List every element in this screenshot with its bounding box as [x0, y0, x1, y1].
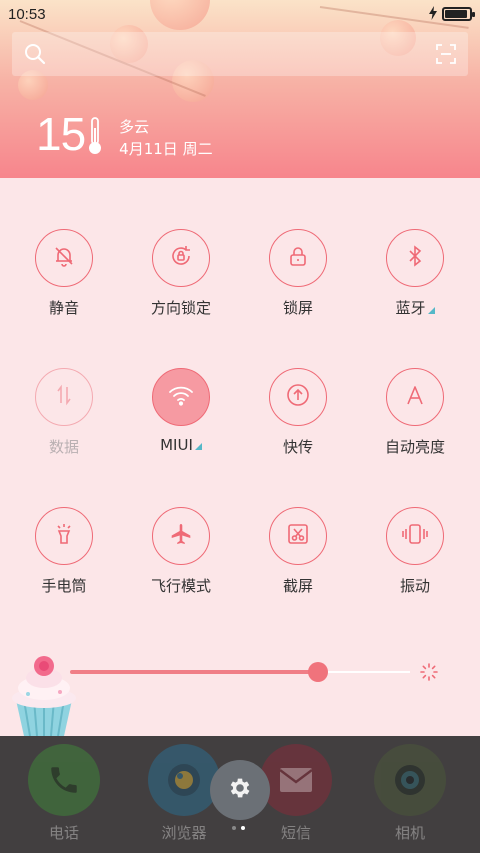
toggle-label: 手电筒 — [41, 577, 87, 595]
toggle-label: 蓝牙 — [395, 297, 435, 318]
dock-app-label: 短信 — [280, 824, 311, 842]
mobile-data-icon — [52, 383, 76, 411]
toggle-circle[interactable] — [152, 507, 210, 565]
toggle-label: 数据 — [48, 438, 79, 456]
toggle-bluetooth[interactable]: 蓝牙 — [355, 229, 475, 318]
gear-icon — [227, 775, 253, 805]
toggle-label: 快传 — [282, 438, 313, 456]
screenshot-icon — [286, 522, 310, 550]
bluetooth-icon — [403, 244, 427, 272]
cupcake-decoration — [10, 654, 78, 737]
toggle-circle[interactable] — [152, 368, 210, 426]
airplane-icon — [169, 522, 193, 550]
auto-brightness-toggle-icon[interactable] — [419, 662, 439, 686]
dock-app-camera[interactable]: 相机 — [350, 744, 470, 843]
lock-icon — [286, 244, 310, 272]
toggle-label: 截屏 — [282, 577, 313, 595]
toggle-circle[interactable] — [35, 507, 93, 565]
toggle-label: 方向锁定 — [150, 299, 211, 317]
camera-icon[interactable] — [374, 744, 446, 816]
weather-condition: 多云 — [119, 118, 150, 136]
search-bar[interactable] — [12, 32, 468, 76]
toggle-wifi[interactable]: MIUI — [121, 368, 241, 454]
toggle-label: 锁屏 — [282, 299, 313, 317]
toggle-rotation-lock[interactable]: 方向锁定 — [121, 229, 241, 318]
toggle-vibrate[interactable]: 振动 — [355, 507, 475, 596]
toggle-circle[interactable] — [269, 368, 327, 426]
dock-app-phone[interactable]: 电话 — [4, 744, 124, 843]
status-bar: 10:53 — [0, 0, 480, 28]
dock-app-label: 电话 — [48, 824, 79, 842]
toggle-circle[interactable] — [152, 229, 210, 287]
vibrate-icon — [402, 522, 428, 550]
thermometer-icon — [87, 116, 103, 160]
brightness-slider[interactable] — [70, 661, 410, 683]
scan-icon[interactable] — [436, 44, 456, 68]
more-indicator-icon — [427, 307, 435, 314]
temperature: 15 — [36, 108, 86, 160]
toggle-circle[interactable] — [269, 229, 327, 287]
toggle-airplane-mode[interactable]: 飞行模式 — [121, 507, 241, 596]
browser-icon[interactable] — [148, 744, 220, 816]
toggle-flashlight[interactable]: 手电筒 — [4, 507, 124, 596]
transfer-icon — [285, 382, 311, 412]
page-indicator — [232, 826, 245, 830]
phone-icon[interactable] — [28, 744, 100, 816]
toggle-label: 静音 — [48, 299, 79, 317]
settings-button[interactable] — [210, 760, 270, 820]
weather-date: 4月11日 周二 — [119, 140, 213, 158]
battery-icon — [442, 7, 475, 21]
toggle-label: 飞行模式 — [150, 577, 211, 595]
toggle-label: 自动亮度 — [384, 438, 445, 456]
toggle-label: 振动 — [399, 577, 430, 595]
toggle-auto-brightness[interactable]: 自动亮度 — [355, 368, 475, 457]
status-icons — [428, 5, 475, 24]
toggle-silent[interactable]: 静音 — [4, 229, 124, 318]
bell-slash-icon — [52, 244, 76, 272]
wifi-icon — [168, 383, 194, 411]
dock-app-label: 相机 — [394, 824, 425, 842]
rotation-lock-icon — [169, 244, 193, 272]
toggle-quick-transfer[interactable]: 快传 — [238, 368, 358, 457]
brightness-track-fill — [70, 670, 319, 674]
weather-widget[interactable]: 15 多云 4月11日 周二 — [36, 110, 213, 160]
page-dot — [232, 826, 236, 830]
dock-app-label: 浏览器 — [161, 824, 207, 842]
toggle-screenshot[interactable]: 截屏 — [238, 507, 358, 596]
toggle-label: MIUI — [160, 436, 202, 454]
battery-level — [445, 10, 468, 18]
brightness-thumb[interactable] — [308, 662, 329, 682]
search-icon[interactable] — [24, 43, 46, 69]
toggle-circle[interactable] — [386, 507, 444, 565]
weather-details: 多云 4月11日 周二 — [119, 116, 212, 160]
header: 10:53 15 多云 4月11日 周二 — [0, 0, 480, 178]
messages-icon[interactable] — [260, 744, 332, 816]
toggle-mobile-data[interactable]: 数据 — [4, 368, 124, 457]
toggle-circle[interactable] — [35, 368, 93, 426]
auto-brightness-icon — [403, 383, 427, 411]
more-indicator-icon — [194, 443, 202, 450]
toggle-circle[interactable] — [35, 229, 93, 287]
toggle-circle[interactable] — [269, 507, 327, 565]
toggle-lock-screen[interactable]: 锁屏 — [238, 229, 358, 318]
status-time: 10:53 — [8, 5, 46, 23]
flashlight-icon — [52, 522, 76, 550]
page-dot — [241, 826, 245, 830]
charging-icon — [428, 5, 438, 24]
toggle-circle[interactable] — [386, 368, 444, 426]
toggle-circle[interactable] — [386, 229, 444, 287]
